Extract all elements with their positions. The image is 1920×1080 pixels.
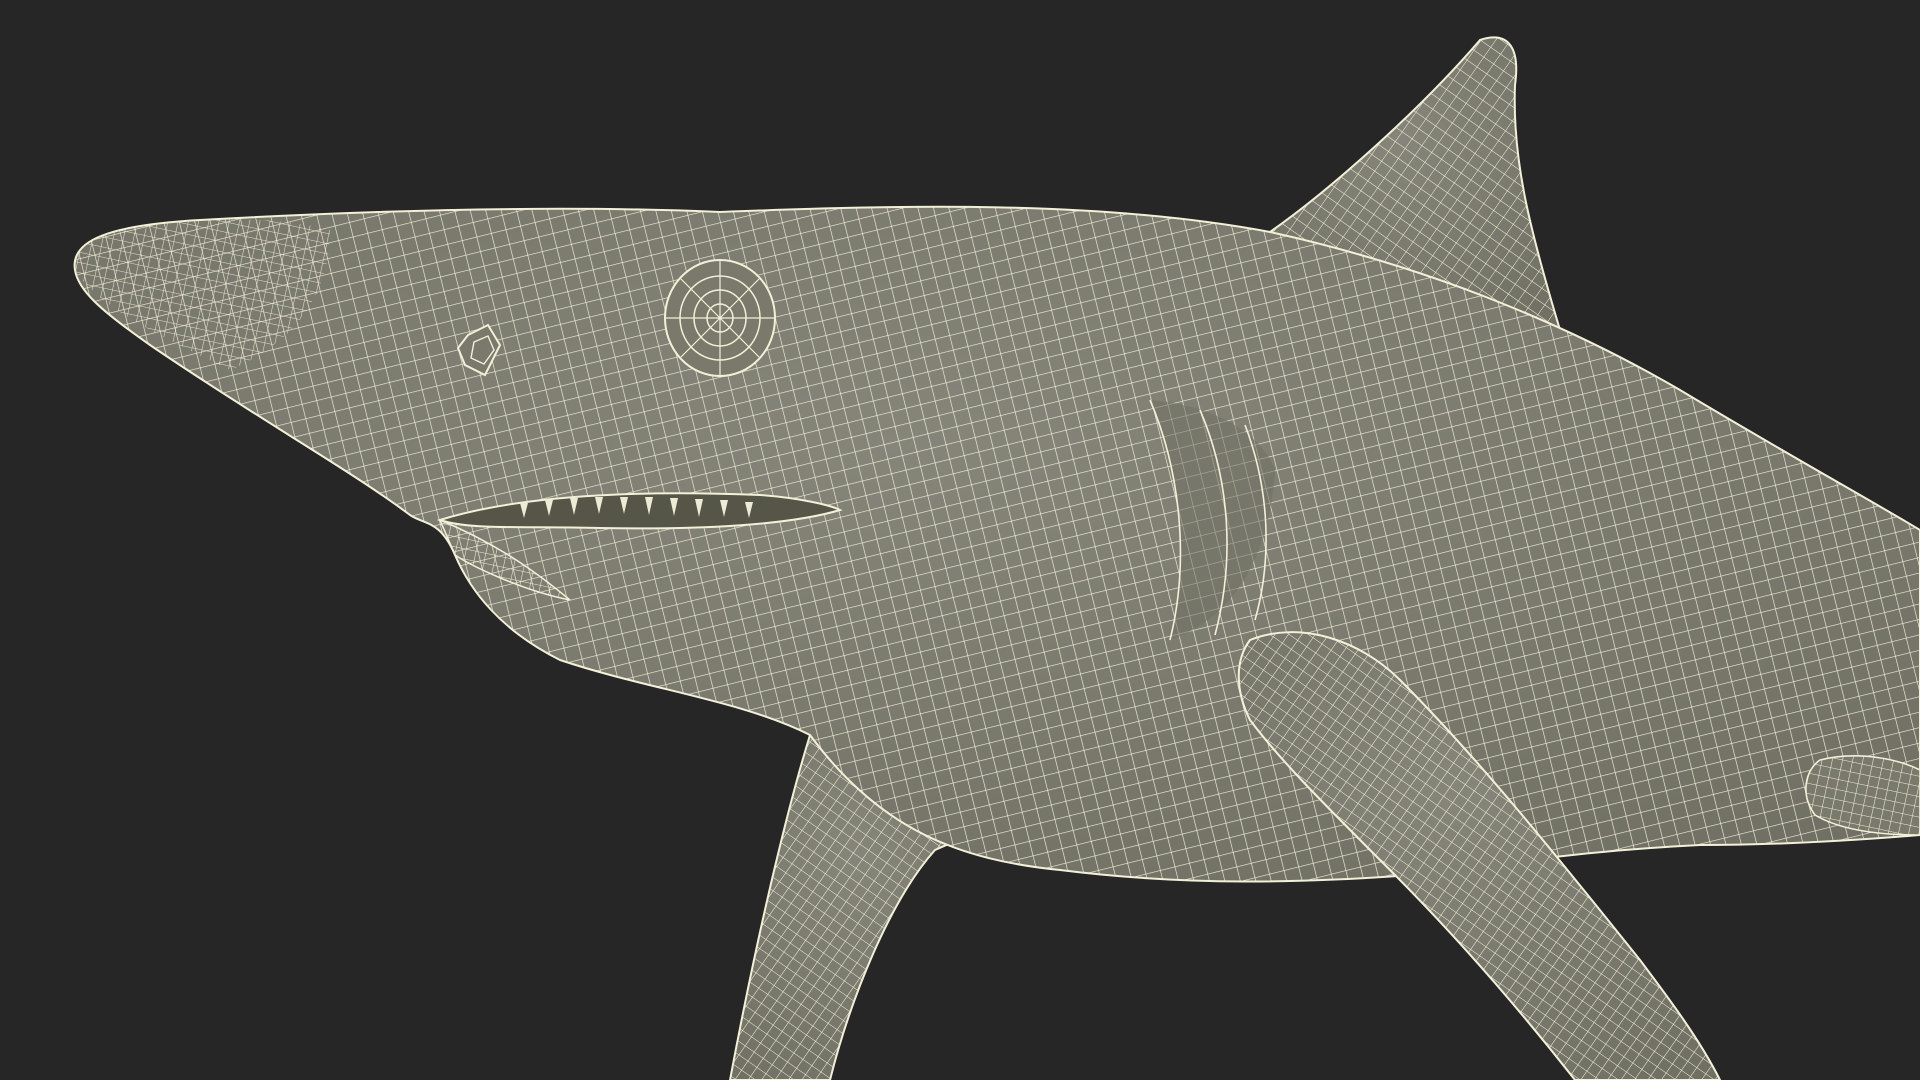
eye <box>664 259 776 377</box>
shark-body <box>73 205 1920 883</box>
shark-render <box>73 36 1920 1080</box>
render-viewport <box>0 0 1920 1080</box>
